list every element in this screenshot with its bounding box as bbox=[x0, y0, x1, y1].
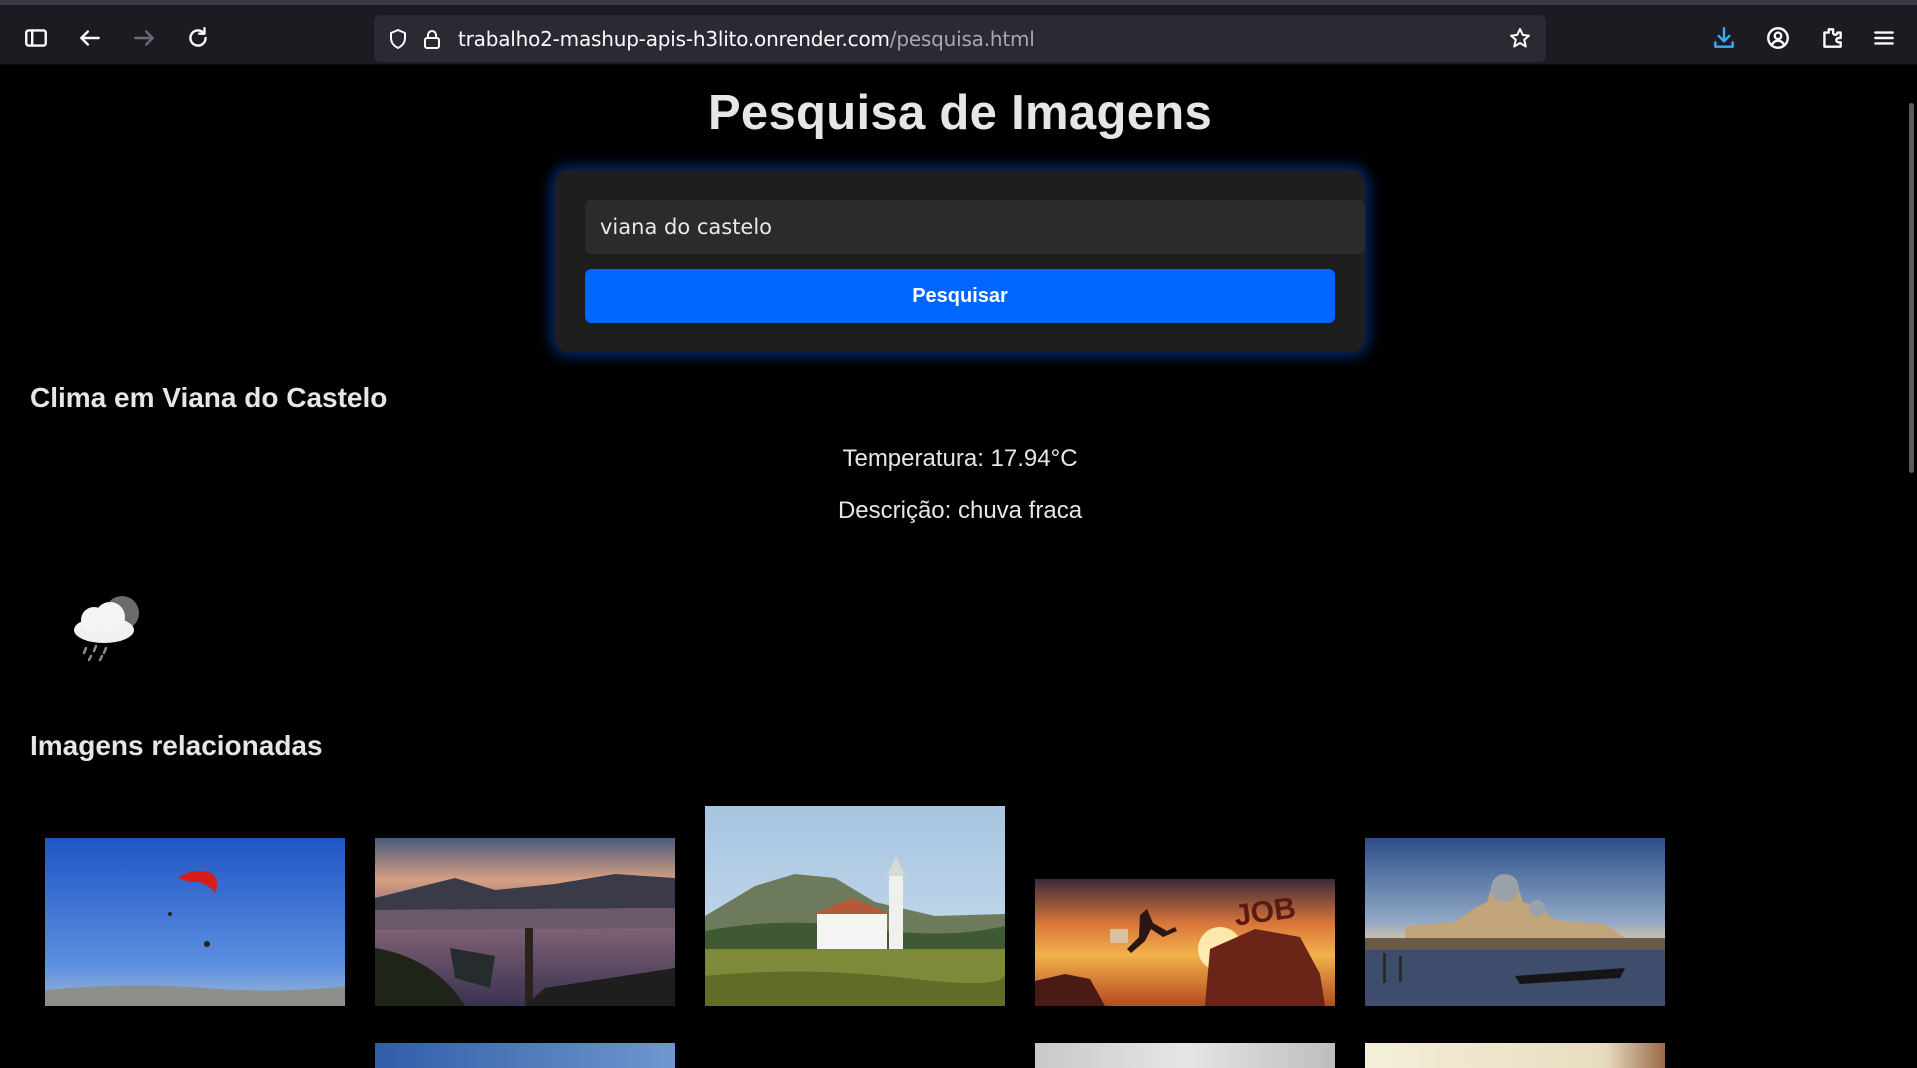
page-title: Pesquisa de Imagens bbox=[707, 86, 1213, 140]
image-partial-grey[interactable] bbox=[1035, 1043, 1335, 1068]
url-text[interactable]: trabalho2-mashup-apis-h3lito.onrender.co… bbox=[458, 27, 1035, 51]
menu-icon[interactable] bbox=[1868, 22, 1900, 54]
url-host: trabalho2-mashup-apis-h3lito.onrender.co… bbox=[458, 26, 890, 51]
light-rain-cloud-icon bbox=[60, 580, 150, 670]
lock-icon[interactable] bbox=[418, 25, 446, 53]
extensions-icon[interactable] bbox=[1816, 22, 1848, 54]
url-path: /pesquisa.html bbox=[889, 26, 1035, 51]
image-partial-beige[interactable] bbox=[1365, 1043, 1665, 1068]
bookmark-star-icon[interactable] bbox=[1506, 24, 1534, 52]
image-job-jump-sunset-frame[interactable]: JOB bbox=[1035, 879, 1335, 1006]
account-icon[interactable] bbox=[1762, 22, 1794, 54]
weather-heading: Clima em Viana do Castelo bbox=[30, 382, 388, 413]
shield-icon[interactable] bbox=[384, 25, 412, 53]
image-paraglider-sky[interactable] bbox=[45, 838, 345, 1006]
weather-description: Descrição: chuva fraca bbox=[837, 497, 1083, 524]
sidebar-icon[interactable] bbox=[20, 22, 52, 54]
search-button[interactable]: Pesquisar bbox=[585, 269, 1335, 323]
address-bar[interactable]: trabalho2-mashup-apis-h3lito.onrender.co… bbox=[374, 15, 1546, 62]
images-heading: Imagens relacionadas bbox=[30, 730, 323, 761]
image-river-sunset-boat[interactable] bbox=[375, 838, 675, 1006]
image-venice-santa-maria[interactable] bbox=[1365, 838, 1665, 1006]
forward-icon[interactable] bbox=[128, 22, 160, 54]
image-white-church-hills[interactable] bbox=[705, 806, 1005, 1006]
browser-toolbar: trabalho2-mashup-apis-h3lito.onrender.co… bbox=[0, 0, 1917, 65]
back-icon[interactable] bbox=[74, 22, 106, 54]
weather-temperature: Temperatura: 17.94°C bbox=[842, 445, 1078, 472]
image-partial-blue-sky[interactable] bbox=[375, 1043, 675, 1068]
scrollbar-thumb[interactable] bbox=[1909, 103, 1914, 473]
search-card: Pesquisar bbox=[555, 170, 1365, 352]
downloads-icon[interactable] bbox=[1708, 22, 1740, 54]
search-input[interactable] bbox=[585, 200, 1365, 254]
page-content: Pesquisa de Imagens Pesquisar Clima em V… bbox=[0, 65, 1917, 1068]
reload-icon[interactable] bbox=[182, 22, 214, 54]
